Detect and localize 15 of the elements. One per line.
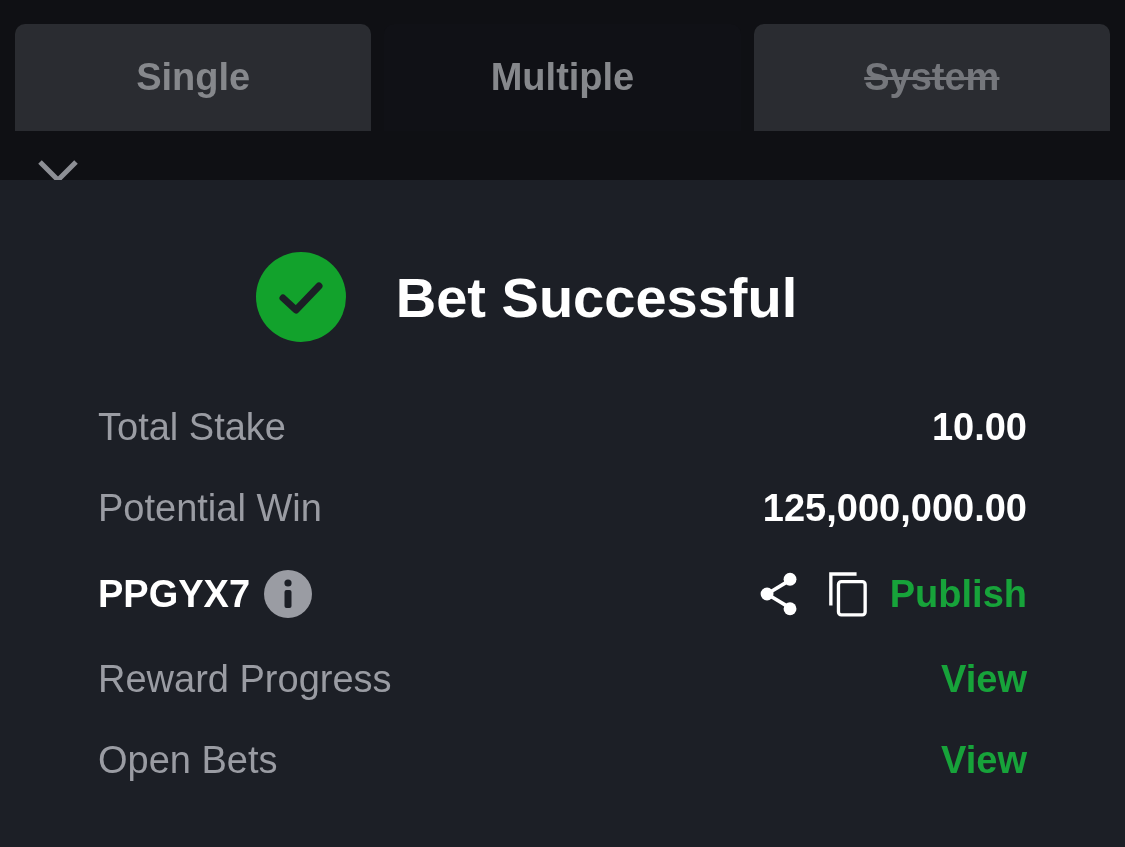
- row-label: Total Stake: [98, 406, 286, 449]
- booking-code: PPGYX7: [98, 572, 251, 616]
- row-label: Open Bets: [98, 739, 278, 782]
- chevron-icon[interactable]: [36, 158, 80, 180]
- publish-link[interactable]: Publish: [889, 572, 1027, 616]
- row-value: 10.00: [931, 406, 1027, 449]
- copy-icon[interactable]: [827, 571, 868, 617]
- row-value: 125,000,000.00: [762, 487, 1027, 530]
- view-link[interactable]: View: [941, 739, 1027, 782]
- result-title: Bet Successful: [395, 264, 798, 330]
- view-link[interactable]: View: [941, 658, 1027, 701]
- tab[interactable]: Single: [15, 24, 372, 131]
- row-label: Potential Win: [98, 487, 322, 530]
- row-label: Reward Progress: [98, 658, 392, 701]
- info-icon[interactable]: [264, 570, 313, 618]
